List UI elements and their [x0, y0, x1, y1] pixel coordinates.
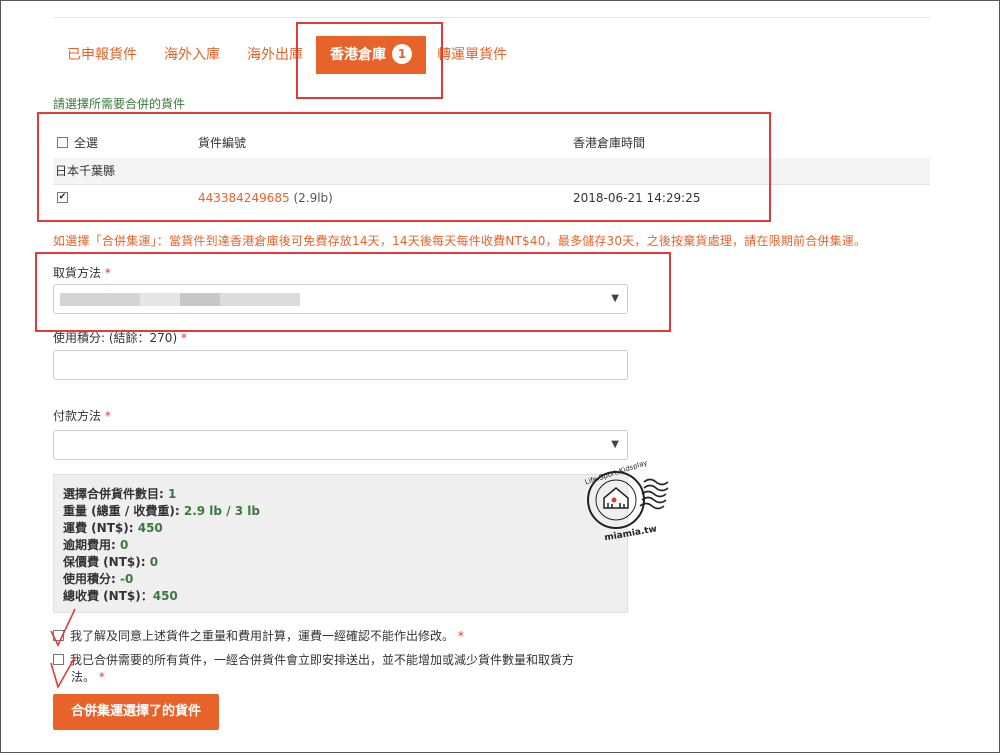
- summary-insurance-value: 0: [149, 555, 159, 569]
- summary-shipping-label: 運費 (NT$):: [63, 521, 134, 535]
- merge-submit-button[interactable]: 合併集運選擇了的貨件: [53, 694, 219, 730]
- annotation-box-pickup: [35, 252, 671, 332]
- tab-overseas-outbound[interactable]: 海外出庫: [247, 36, 303, 74]
- annotation-checkmarks: [50, 608, 76, 690]
- section-title: 請選擇所需要合併的貨件: [53, 97, 186, 111]
- points-label-text: 使用積分: (結餘：270): [53, 331, 178, 345]
- summary-weight-value: 2.9 lb / 3 lb: [183, 504, 260, 518]
- tab-declared[interactable]: 已申報貨件: [67, 36, 137, 74]
- agreement-2[interactable]: 我已合併需要的所有貨件，一經合併貨件會立即安排送出，並不能增加或減少貨件數量和取…: [53, 651, 574, 668]
- summary-points-value: -0: [120, 572, 134, 586]
- summary-count: 選擇合併貨件數目: 1: [63, 485, 176, 502]
- top-divider: [53, 17, 930, 18]
- annotation-box-table: [37, 112, 771, 222]
- annotation-box-tab: [296, 22, 443, 99]
- summary-shipping-value: 450: [137, 521, 163, 535]
- summary-weight-label: 重量 (總重 / 收費重):: [63, 504, 180, 518]
- payment-label-text: 付款方法: [53, 409, 102, 423]
- agreement-1-text: 我了解及同意上述貨件之重量和費用計算，運費一經確認不能作出修改。: [70, 629, 455, 643]
- summary-overdue: 逾期費用: 0: [63, 536, 128, 553]
- fee-summary: 選擇合併貨件數目: 1 重量 (總重 / 收費重): 2.9 lb / 3 lb…: [53, 474, 628, 613]
- payment-label: 付款方法 *: [53, 407, 111, 424]
- agreement-2-text-line1: 我已合併需要的所有貨件，一經合併貨件會立即安排送出，並不能增加或減少貨件數量和取…: [70, 653, 575, 667]
- summary-insurance-label: 保價費 (NT$):: [63, 555, 146, 569]
- points-input[interactable]: [53, 350, 628, 380]
- summary-count-value: 1: [168, 487, 177, 501]
- summary-points-label: 使用積分:: [63, 572, 116, 586]
- summary-shipping: 運費 (NT$): 450: [63, 519, 163, 536]
- dropdown-arrow-icon: ▼: [611, 439, 619, 450]
- agreement-1[interactable]: 我了解及同意上述貨件之重量和費用計算，運費一經確認不能作出修改。 *: [53, 627, 464, 644]
- summary-total-value: 450: [152, 589, 178, 603]
- watermark-stamp-logo: Life.Sport.Kidsplay miamia.tw: [584, 460, 669, 540]
- required-mark: *: [180, 331, 187, 345]
- required-mark: *: [104, 409, 111, 423]
- points-label: 使用積分: (結餘：270) *: [53, 329, 187, 346]
- summary-total: 總收費 (NT$)：450: [63, 587, 178, 604]
- tab-overseas-inbound[interactable]: 海外入庫: [164, 36, 220, 74]
- summary-weight: 重量 (總重 / 收費重): 2.9 lb / 3 lb: [63, 502, 260, 519]
- summary-overdue-value: 0: [120, 538, 129, 552]
- summary-points: 使用積分: -0: [63, 570, 133, 587]
- summary-overdue-label: 逾期費用:: [63, 538, 116, 552]
- required-mark: *: [98, 670, 105, 684]
- storage-notice: 如選擇「合併集運」：當貨件到達香港倉庫後可免費存放14天，14天後每天每件收費N…: [53, 234, 867, 248]
- required-mark: *: [457, 629, 464, 643]
- summary-count-label: 選擇合併貨件數目:: [63, 487, 164, 501]
- summary-insurance: 保價費 (NT$): 0: [63, 553, 158, 570]
- summary-total-label: 總收費 (NT$)：: [63, 589, 153, 603]
- payment-select[interactable]: ▼: [53, 430, 628, 460]
- tab-transfer-orders[interactable]: 轉運單貨件: [437, 36, 507, 74]
